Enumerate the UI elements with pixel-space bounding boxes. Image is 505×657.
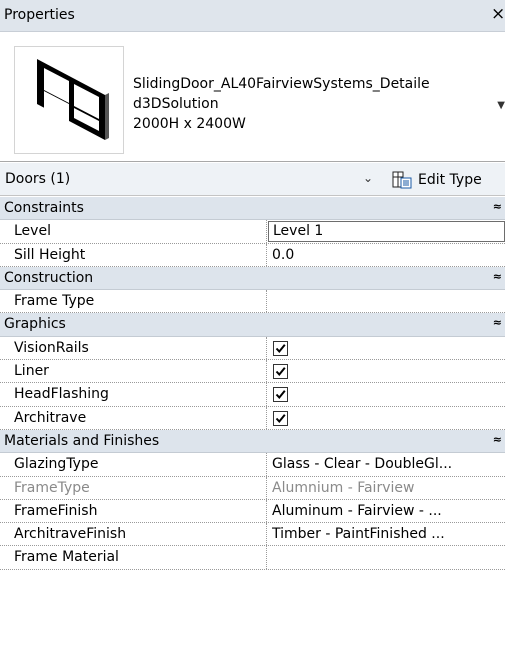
column-divider xyxy=(266,499,267,523)
property-checkbox[interactable] xyxy=(273,410,288,426)
column-divider xyxy=(266,336,267,360)
column-divider xyxy=(266,406,267,429)
property-checkbox[interactable] xyxy=(273,387,288,403)
property-row: GlazingType Glass - Clear - DoubleGl... xyxy=(0,453,505,477)
selection-count[interactable]: Doors (1) xyxy=(5,171,70,187)
type-name-line: SlidingDoor_AL40FairviewSystems_Detaile xyxy=(133,76,430,92)
property-label: Frame Material xyxy=(14,549,119,566)
collapse-icon[interactable]: ≈ xyxy=(493,270,502,283)
property-value[interactable]: Glass - Clear - DoubleGl... xyxy=(272,456,502,472)
edit-type-button[interactable]: Edit Type xyxy=(392,168,482,192)
property-label: Architrave xyxy=(14,409,87,426)
type-name-line: d3DSolution xyxy=(133,96,219,112)
type-selector[interactable]: SlidingDoor_AL40FairviewSystems_Detaile … xyxy=(0,33,505,162)
property-value[interactable]: Timber - PaintFinished ... xyxy=(272,526,502,542)
property-row: FrameFinish Aluminum - Fairview - ... xyxy=(0,499,505,524)
property-row: VisionRails xyxy=(0,336,505,361)
property-label: FrameFinish xyxy=(14,502,98,519)
window-preview-icon xyxy=(14,46,124,154)
property-label: VisionRails xyxy=(14,339,89,356)
property-row: ArchitraveFinish Timber - PaintFinished .… xyxy=(0,523,505,547)
property-label: Level xyxy=(14,223,51,240)
group-header[interactable]: Materials and Finishes ≈ xyxy=(0,429,505,454)
group-label: Constraints xyxy=(4,200,84,216)
column-divider xyxy=(266,360,267,383)
group-header[interactable]: Construction ≈ xyxy=(0,266,505,291)
column-divider xyxy=(266,546,267,569)
group-label: Construction xyxy=(4,269,94,286)
column-divider xyxy=(266,243,267,266)
property-value: Alumnium - Fairview xyxy=(272,479,415,496)
properties-grid: Constraints ≈ Level Level 1 Sill Height 0.0 Co… xyxy=(0,197,505,570)
property-row: Frame Material xyxy=(0,546,505,570)
properties-titlebar: Properties × xyxy=(0,0,505,32)
property-row: Level Level 1 xyxy=(0,220,505,244)
group-header[interactable]: Constraints ≈ xyxy=(0,197,505,221)
property-label: ArchitraveFinish xyxy=(14,526,127,543)
group-label: Graphics xyxy=(4,316,66,333)
property-row: Sill Height 0.0 xyxy=(0,243,505,267)
property-row: Liner xyxy=(0,360,505,384)
group-header[interactable]: Graphics ≈ xyxy=(0,313,505,337)
property-label: Sill Height xyxy=(14,246,86,263)
property-row: Architrave xyxy=(0,406,505,430)
property-value[interactable]: 0.0 xyxy=(272,247,502,263)
property-row: Frame Type xyxy=(0,290,505,314)
instance-filter[interactable]: Doors (1) ⌄ Edit Type xyxy=(0,163,505,196)
collapse-icon[interactable]: ≈ xyxy=(493,433,502,446)
collapse-icon[interactable]: ≈ xyxy=(493,200,502,213)
property-value[interactable]: Aluminum - Fairview - ... xyxy=(272,503,502,519)
edit-type-label: Edit Type xyxy=(418,172,482,188)
property-label: GlazingType xyxy=(14,456,99,473)
property-label: HeadFlashing xyxy=(14,386,109,403)
column-divider xyxy=(266,290,267,313)
property-label: FrameType xyxy=(14,479,90,496)
column-divider xyxy=(266,220,267,243)
property-checkbox[interactable] xyxy=(273,364,288,380)
property-row: FrameType Alumnium - Fairview xyxy=(0,476,505,500)
property-label: Frame Type xyxy=(14,293,95,310)
dropdown-arrow-icon[interactable]: ▼ xyxy=(497,100,505,111)
collapse-icon[interactable]: ≈ xyxy=(493,316,502,329)
chevron-down-icon[interactable]: ⌄ xyxy=(363,171,373,185)
property-value-input[interactable]: Level 1 xyxy=(268,221,505,243)
close-icon[interactable]: × xyxy=(491,4,505,24)
type-name-line: 2000H x 2400W xyxy=(133,116,246,132)
panel-title: Properties xyxy=(4,7,75,23)
family-type-name: SlidingDoor_AL40FairviewSystems_Detaile … xyxy=(133,74,505,134)
group-label: Materials and Finishes xyxy=(4,432,160,449)
edit-type-icon xyxy=(392,171,412,189)
column-divider xyxy=(266,453,267,476)
column-divider xyxy=(266,523,267,546)
column-divider xyxy=(266,383,267,406)
column-divider xyxy=(266,476,267,499)
property-checkbox[interactable] xyxy=(273,340,288,356)
property-row: HeadFlashing xyxy=(0,383,505,407)
property-label: Liner xyxy=(14,363,49,380)
